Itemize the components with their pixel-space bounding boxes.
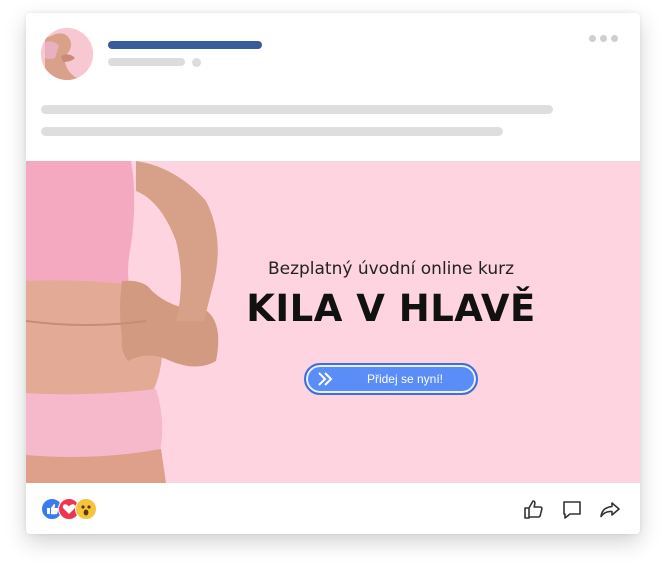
like-button[interactable] bbox=[522, 498, 546, 522]
avatar-image bbox=[41, 28, 93, 80]
ad-banner[interactable]: Bezplatný úvodní online kurz KILA V HLAV… bbox=[26, 161, 640, 483]
share-icon bbox=[600, 502, 620, 518]
comment-button[interactable] bbox=[560, 498, 584, 522]
comment-icon bbox=[563, 501, 581, 519]
ad-subtitle: Bezplatný úvodní online kurz bbox=[267, 259, 515, 279]
more-dot bbox=[600, 35, 607, 42]
privacy-dot bbox=[192, 58, 201, 67]
author-name-placeholder bbox=[108, 41, 262, 49]
ad-photo bbox=[26, 161, 236, 483]
post-meta-placeholder bbox=[108, 58, 185, 66]
post-actions bbox=[522, 498, 622, 522]
post-text-placeholder-line-1 bbox=[41, 105, 553, 114]
wow-reaction-icon bbox=[75, 498, 97, 520]
more-dot bbox=[611, 35, 618, 42]
ad-title: KILA V HLAVĚ bbox=[246, 287, 536, 330]
avatar[interactable] bbox=[41, 28, 93, 80]
double-chevron-right-icon bbox=[318, 372, 333, 386]
post-text-placeholder-line-2 bbox=[41, 127, 503, 136]
cta-label: Přidej se nyní! bbox=[366, 372, 444, 386]
more-dot bbox=[589, 35, 596, 42]
share-button[interactable] bbox=[598, 498, 622, 522]
like-icon bbox=[524, 500, 543, 519]
cta-button[interactable]: Přidej se nyní! bbox=[304, 363, 478, 395]
facebook-post-card: Bezplatný úvodní online kurz KILA V HLAV… bbox=[26, 13, 640, 534]
more-options-button[interactable] bbox=[589, 35, 618, 42]
